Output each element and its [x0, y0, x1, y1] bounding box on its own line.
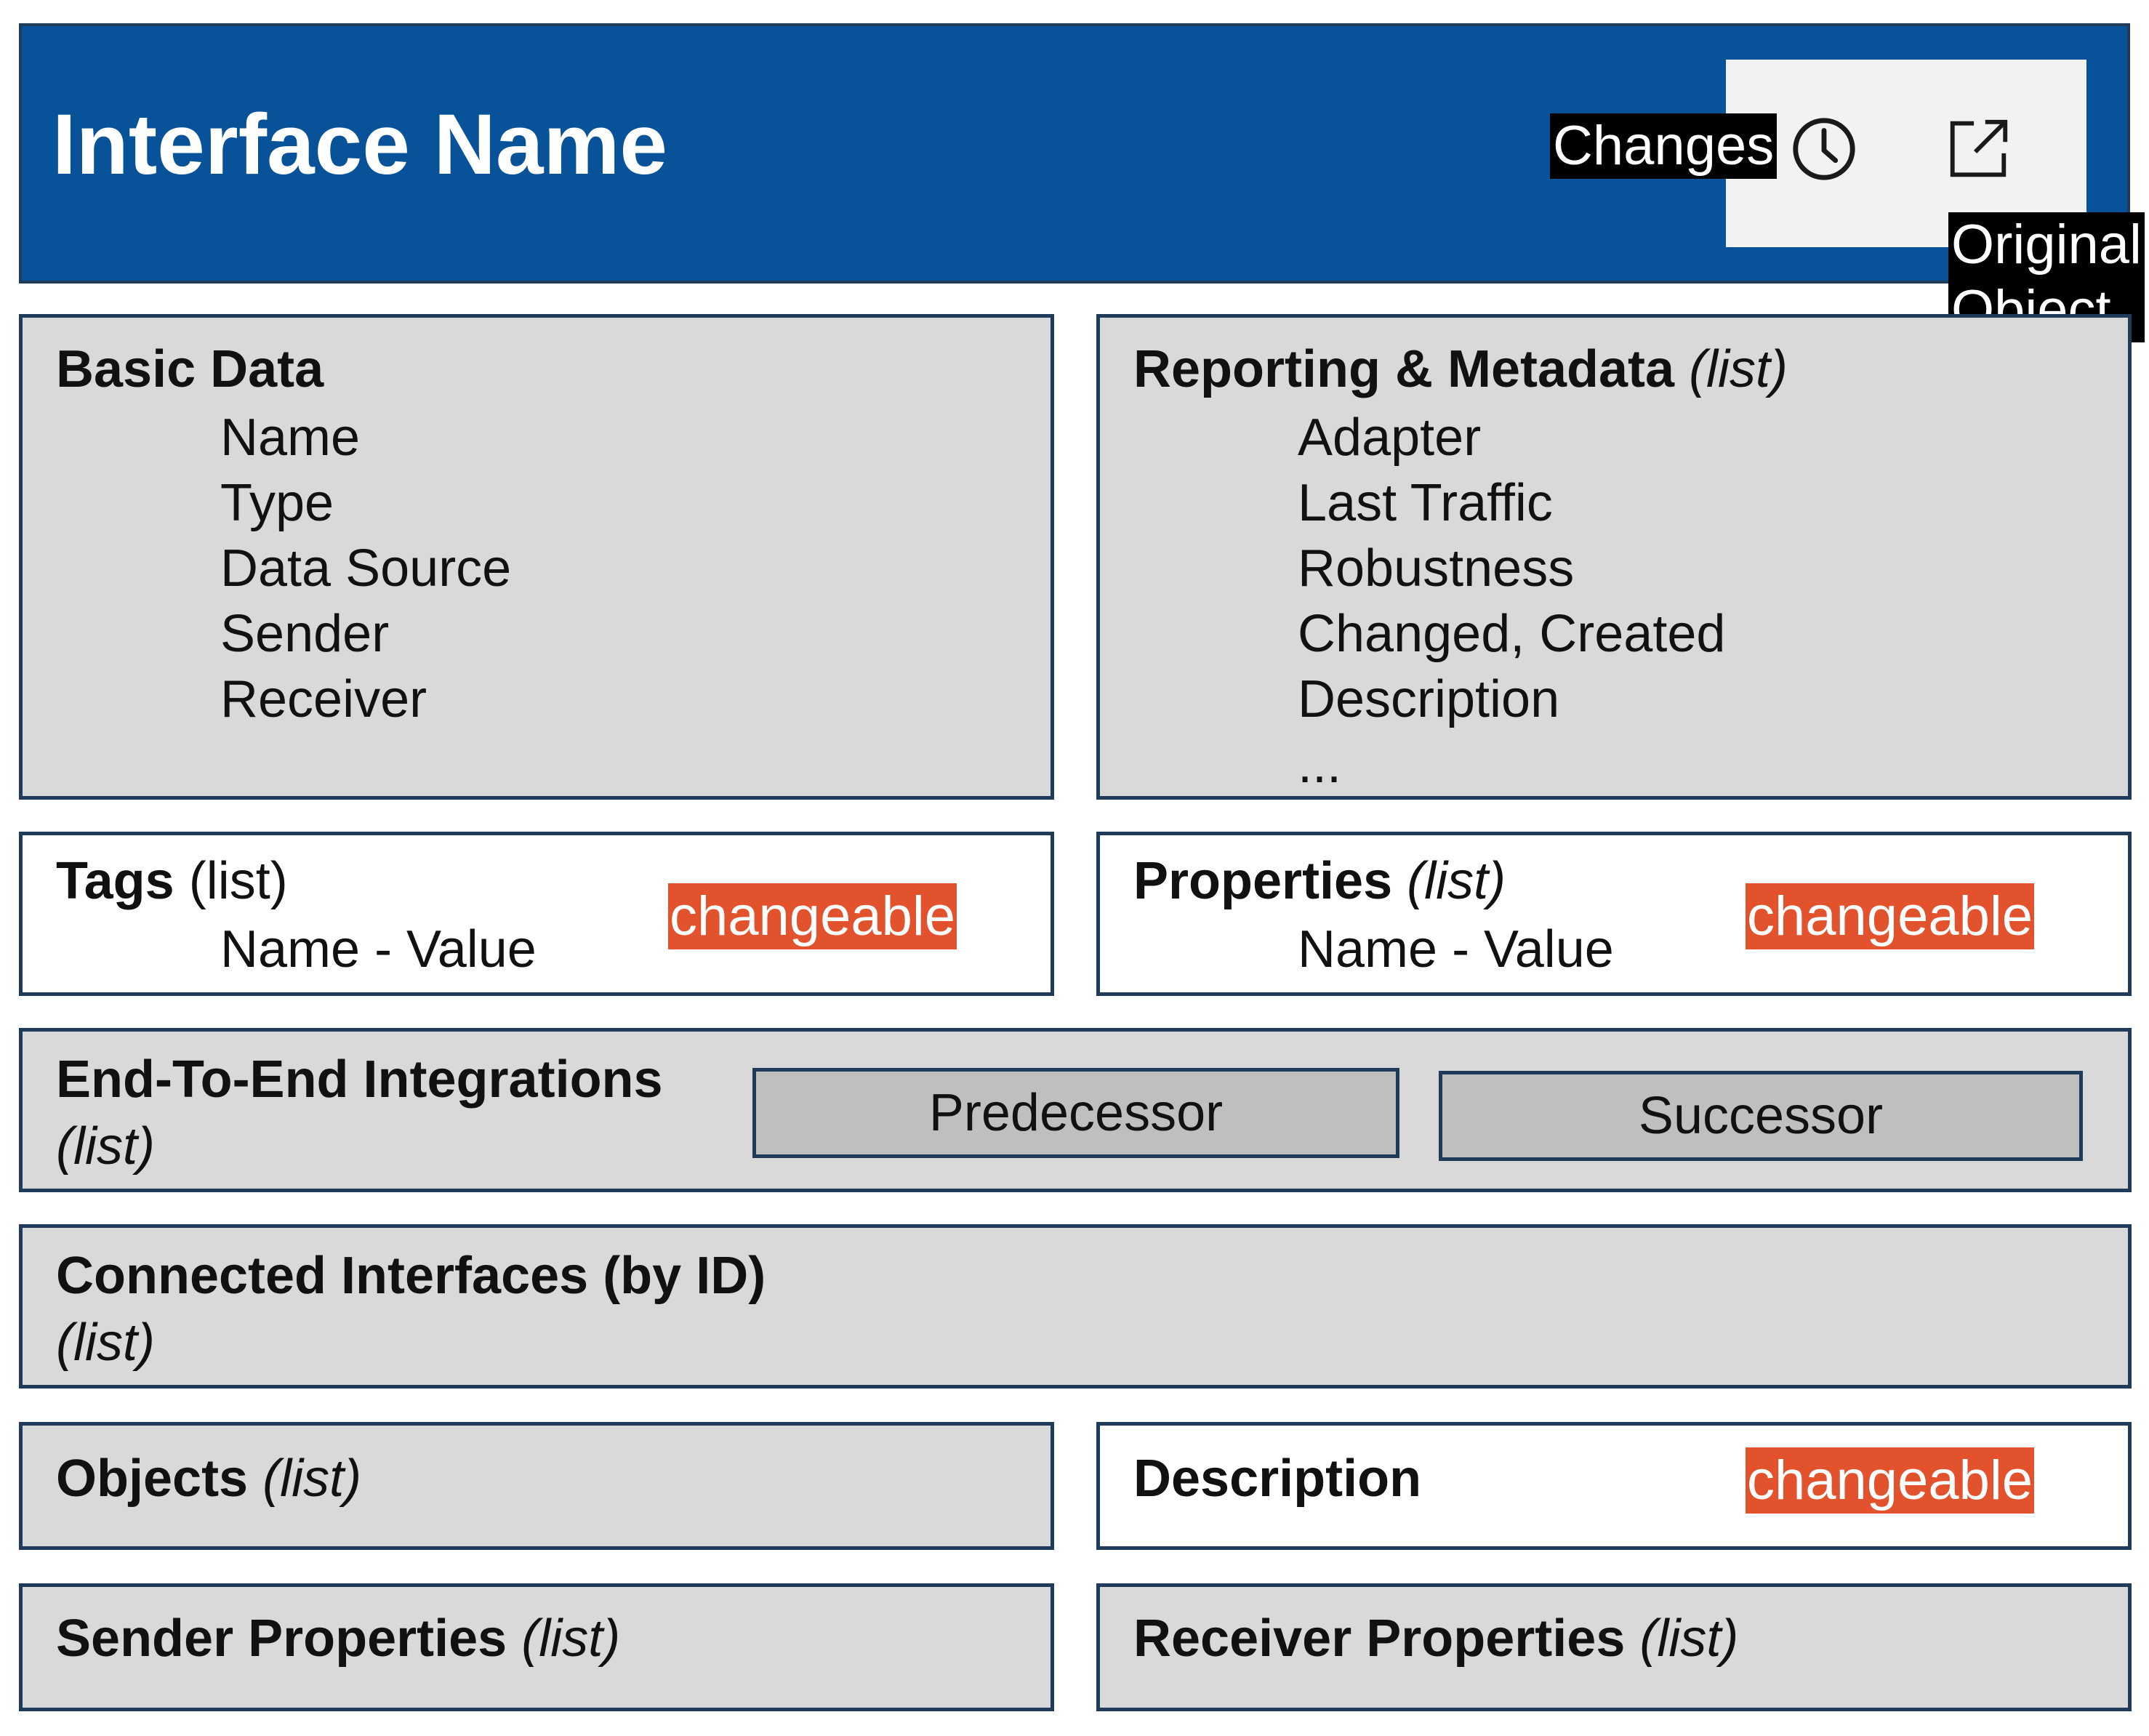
list-item: Receiver [220, 670, 427, 728]
e2e-panel: End-To-End Integrations (list) Predecess… [19, 1028, 2132, 1192]
list-item: Description [1298, 670, 1560, 728]
reporting-title: Reporting & Metadata (list) [1133, 340, 1788, 398]
basic-data-title: Basic Data [56, 340, 324, 398]
list-item: Name [220, 409, 361, 467]
list-item: Data Source [220, 539, 512, 598]
tags-item: Name - Value [220, 920, 537, 978]
tags-title: Tags (list) [56, 852, 288, 910]
changeable-badge: changeable [1746, 1447, 2035, 1514]
description-panel: Description changeable [1096, 1422, 2132, 1550]
list-item: Type [220, 474, 334, 532]
external-link-icon [1950, 119, 2008, 177]
page-title: Interface Name [52, 97, 668, 193]
list-item: Robustness [1298, 539, 1575, 598]
clock-icon [1793, 118, 1855, 180]
objects-title: Objects (list) [56, 1450, 362, 1508]
successor-button[interactable]: Successor [1439, 1071, 2083, 1161]
reporting-panel: Reporting & Metadata (list) Adapter Last… [1096, 314, 2132, 800]
receiver-properties-title: Receiver Properties (list) [1133, 1610, 1739, 1668]
changes-button[interactable] [1784, 109, 1864, 189]
list-item: ... [1298, 736, 1342, 794]
properties-panel: Properties (list) Name - Value changeabl… [1096, 832, 2132, 996]
original-object-button[interactable] [1938, 109, 2018, 189]
e2e-title: End-To-End Integrations (list) [56, 1050, 663, 1176]
properties-item: Name - Value [1298, 920, 1614, 978]
list-item: Last Traffic [1298, 474, 1553, 532]
tags-panel: Tags (list) Name - Value changeable [19, 832, 1054, 996]
sender-properties-title: Sender Properties (list) [56, 1610, 621, 1668]
properties-title: Properties (list) [1133, 852, 1506, 910]
receiver-properties-panel: Receiver Properties (list) [1096, 1583, 2132, 1711]
list-item: Adapter [1298, 409, 1482, 467]
objects-panel: Objects (list) [19, 1422, 1054, 1550]
predecessor-button[interactable]: Predecessor [752, 1068, 1399, 1158]
connected-interfaces-panel: Connected Interfaces (by ID) (list) [19, 1224, 2132, 1389]
changeable-badge: changeable [668, 883, 957, 950]
changeable-badge: changeable [1746, 883, 2035, 950]
reporting-list: Adapter Last Traffic Robustness Changed,… [1298, 405, 1725, 797]
basic-data-panel: Basic Data Name Type Data Source Sender … [19, 314, 1054, 800]
description-title: Description [1133, 1450, 1422, 1508]
basic-data-list: Name Type Data Source Sender Receiver [220, 405, 511, 732]
sender-properties-panel: Sender Properties (list) [19, 1583, 1054, 1711]
changes-label: Changes [1550, 113, 1778, 179]
list-item: Sender [220, 605, 390, 663]
connected-title: Connected Interfaces (by ID) (list) [56, 1247, 766, 1372]
list-item: Changed, Created [1298, 605, 1726, 663]
